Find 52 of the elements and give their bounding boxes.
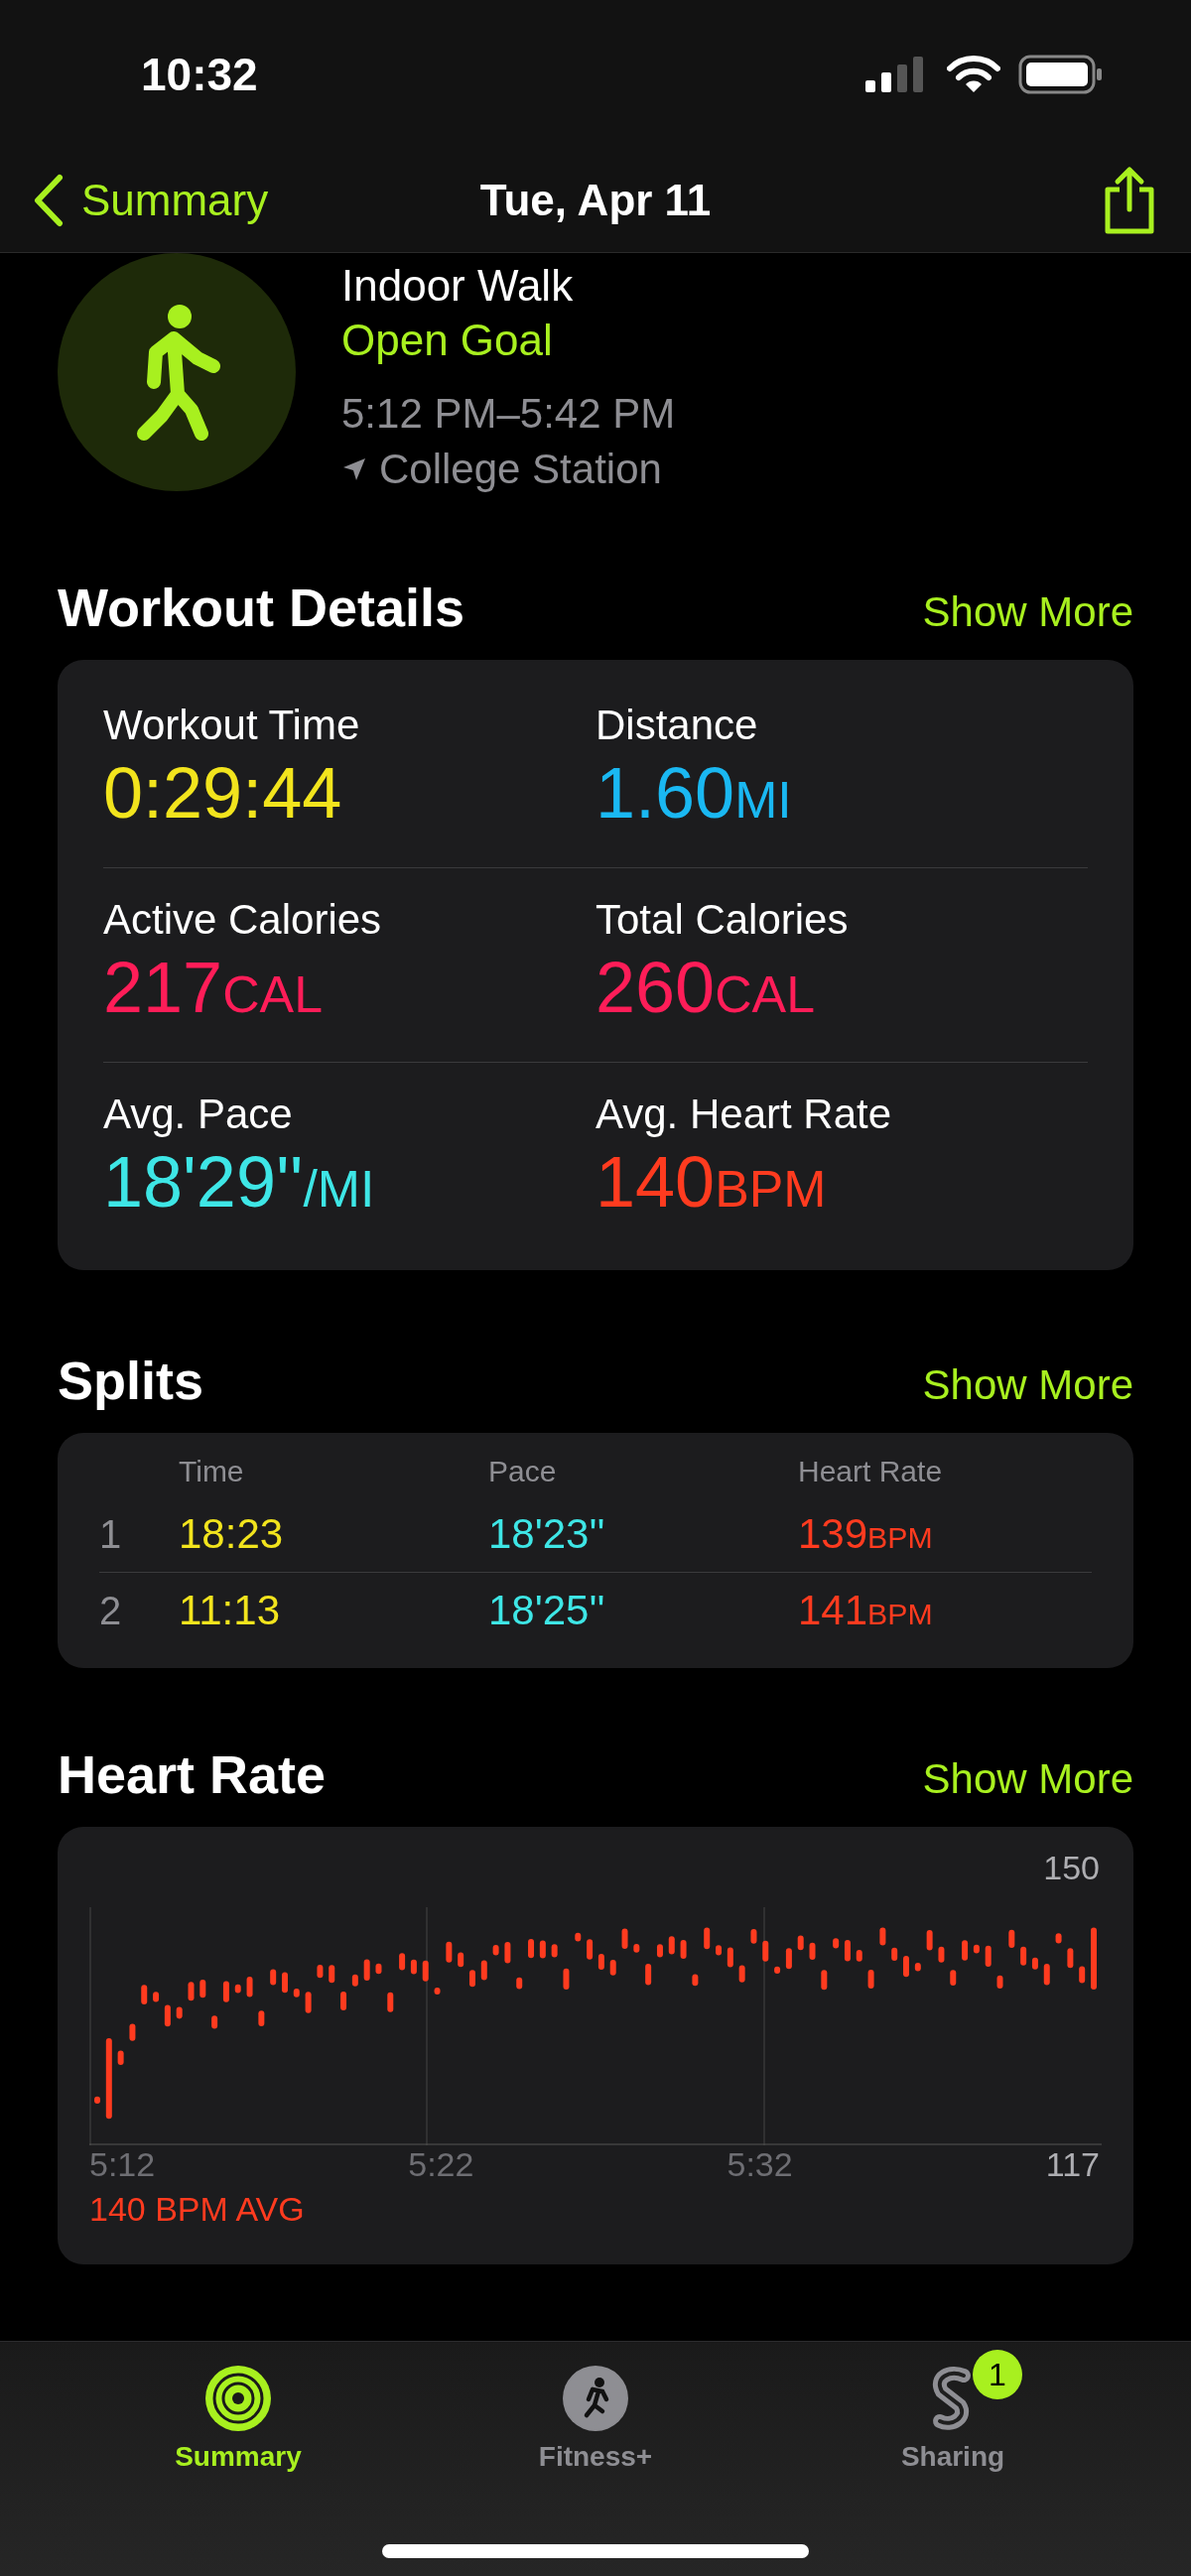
wifi-icon	[947, 55, 1000, 94]
metric-value: 217CAL	[103, 947, 324, 1029]
workout-location: College Station	[379, 445, 662, 494]
show-more-link[interactable]: Show More	[922, 588, 1133, 636]
column-header: Time	[179, 1455, 245, 1488]
tab[interactable]: Fitness+	[476, 2350, 715, 2477]
metric-label: Avg. Pace	[103, 1090, 294, 1139]
workout-goal: Open Goal	[341, 315, 554, 366]
show-more-link[interactable]: Show More	[922, 1755, 1133, 1803]
split-heart-rate: 139BPM	[798, 1510, 934, 1558]
section-title: Workout Details	[58, 577, 465, 638]
column-header: Heart Rate	[798, 1455, 944, 1488]
split-number: 2	[99, 1588, 123, 1633]
metric-value: 260CAL	[596, 947, 816, 1029]
rings-icon	[205, 2366, 271, 2431]
tab[interactable]: Sharing 1	[834, 2350, 1072, 2477]
time-label: 5:32	[727, 2145, 793, 2184]
split-number: 1	[99, 1511, 123, 1557]
metric-value: 140BPM	[596, 1141, 828, 1224]
section-title: Splits	[58, 1350, 204, 1411]
metric-label: Avg. Heart Rate	[596, 1090, 893, 1139]
time-label: 5:22	[408, 2145, 474, 2184]
metric-value: 18'29''/MI	[103, 1141, 376, 1224]
chevron-left-icon	[34, 174, 64, 227]
show-more-link[interactable]: Show More	[922, 1361, 1133, 1409]
average-heart-rate: 140 BPM AVG	[89, 2190, 306, 2229]
tab[interactable]: Summary	[119, 2350, 357, 2477]
workout-time-range: 5:12 PM–5:42 PM	[341, 389, 676, 439]
notification-badge: 1	[973, 2350, 1022, 2399]
workout-name: Indoor Walk	[341, 260, 575, 312]
section-title: Heart Rate	[58, 1743, 327, 1805]
battery-icon	[1018, 55, 1104, 94]
status-time: 10:32	[141, 48, 258, 101]
split-time: 11:13	[179, 1587, 281, 1634]
metric-value: 1.60MI	[596, 752, 793, 835]
split-pace: 18'25''	[488, 1587, 606, 1634]
split-heart-rate: 141BPM	[798, 1587, 934, 1634]
location-arrow-icon	[341, 456, 367, 482]
metric-label: Total Calories	[596, 895, 850, 945]
column-header: Pace	[488, 1455, 558, 1488]
back-link[interactable]: Summary	[34, 174, 269, 227]
axis-max-label: 150	[1043, 1849, 1100, 1887]
axis-min-label: 117	[1045, 2145, 1100, 2184]
runner-icon	[563, 2366, 628, 2431]
metric-label: Active Calories	[103, 895, 383, 945]
split-time: 18:23	[179, 1510, 285, 1558]
time-label: 5:12	[89, 2145, 156, 2184]
nav-title: Tue, Apr 11	[479, 176, 712, 225]
metric-label: Distance	[596, 701, 759, 750]
metric-value: 0:29:44	[103, 752, 343, 835]
split-pace: 18'23''	[488, 1510, 606, 1558]
metric-label: Workout Time	[103, 701, 361, 750]
